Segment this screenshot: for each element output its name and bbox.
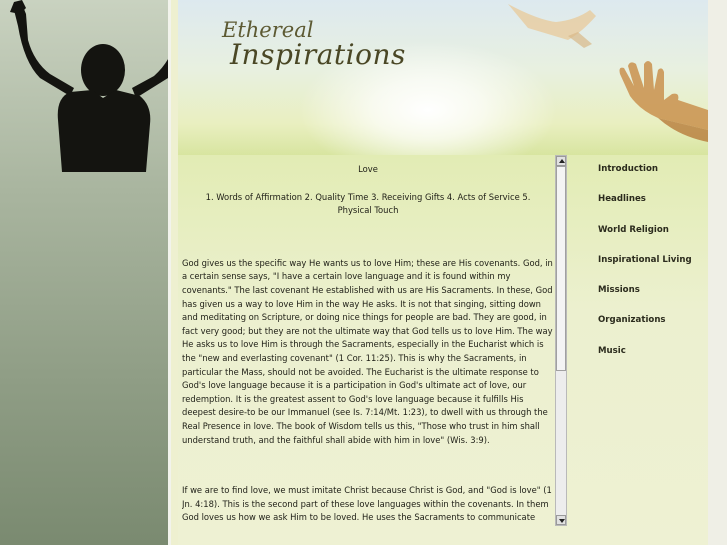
nav-world-religion[interactable]: World Religion [598,224,692,254]
article-title: Love [358,164,378,174]
reaching-hand-right-icon [619,61,708,142]
site-header: Ethereal Inspirations [178,0,708,155]
main-navigation: Introduction Headlines World Religion In… [598,163,692,375]
nav-headlines[interactable]: Headlines [598,193,692,223]
nav-music[interactable]: Music [598,345,692,375]
right-margin [708,0,727,545]
left-sidebar-image [0,0,168,545]
reaching-hand-top-icon [508,4,596,48]
nav-missions[interactable]: Missions [598,284,692,314]
nav-organizations[interactable]: Organizations [598,314,692,344]
nav-introduction[interactable]: Introduction [598,163,692,193]
article-content[interactable]: Love 1. Words of Affirmation 2. Quality … [182,155,554,527]
logo-inspirations: Inspirations [230,38,406,71]
love-languages-list: 1. Words of Affirmation 2. Quality Time … [205,191,531,216]
scroll-down-button[interactable] [556,515,566,525]
article-paragraph: If we are to find love, we must imitate … [182,485,552,527]
scroll-up-button[interactable] [556,156,566,166]
article-paragraph: God gives us the specific way He wants u… [182,257,553,445]
content-scrollbar[interactable] [555,155,567,526]
scroll-thumb[interactable] [556,166,566,371]
worship-silhouette-icon [10,0,168,172]
nav-inspirational-living[interactable]: Inspirational Living [598,254,692,284]
